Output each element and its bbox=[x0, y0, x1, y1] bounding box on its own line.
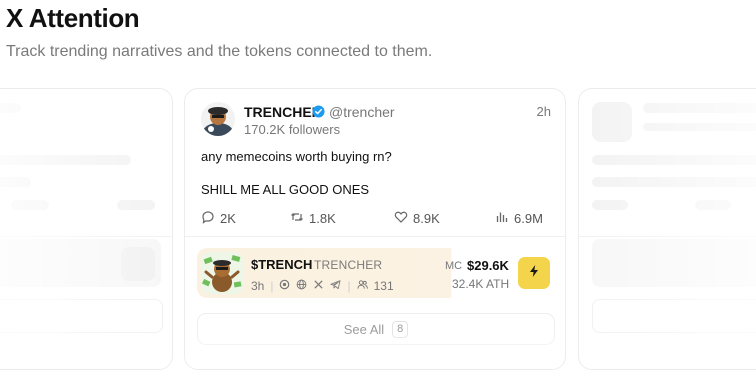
token-image bbox=[201, 252, 243, 294]
views-icon bbox=[495, 210, 509, 227]
reply-count: 2K bbox=[220, 211, 236, 226]
follower-count: 170.2K followers bbox=[244, 122, 341, 137]
like-count: 8.9K bbox=[413, 211, 440, 226]
all-time-high: 32.4K ATH bbox=[452, 277, 510, 291]
x-icon[interactable] bbox=[313, 279, 324, 293]
page-subtitle: Track trending narratives and the tokens… bbox=[6, 43, 433, 60]
page-title: X Attention bbox=[6, 3, 140, 33]
bolt-icon bbox=[527, 264, 541, 283]
verified-badge-icon bbox=[312, 105, 325, 118]
reply-icon bbox=[201, 210, 215, 227]
separator: | bbox=[347, 279, 351, 293]
token-row[interactable]: $TRENCH TRENCHER 3h | | 131 MC $29.6K 32… bbox=[197, 248, 550, 298]
see-all-button[interactable]: See All 8 bbox=[197, 313, 555, 345]
post-text-line-2: SHILL ME ALL GOOD ONES bbox=[201, 182, 370, 197]
market-cap-label: MC bbox=[445, 260, 463, 272]
repost-icon bbox=[290, 210, 304, 227]
attention-card: TRENCHER @trencher 170.2K followers 2h a… bbox=[184, 88, 566, 370]
skeleton-card-right bbox=[578, 88, 756, 370]
quick-buy-button[interactable] bbox=[518, 257, 550, 289]
like-stat[interactable]: 8.9K bbox=[394, 210, 440, 227]
author-avatar[interactable] bbox=[201, 102, 235, 136]
repost-stat[interactable]: 1.8K bbox=[290, 210, 336, 227]
holders-icon bbox=[357, 279, 368, 293]
holder-count: 131 bbox=[373, 279, 394, 293]
author-handle[interactable]: @trencher bbox=[329, 104, 395, 120]
views-count: 6.9M bbox=[514, 211, 543, 226]
token-name: TRENCHER bbox=[314, 258, 383, 272]
pump-icon[interactable] bbox=[279, 279, 290, 293]
token-meta: 3h | | 131 bbox=[251, 279, 394, 293]
post-time: 2h bbox=[536, 104, 551, 119]
token-age: 3h bbox=[251, 279, 265, 293]
views-stat[interactable]: 6.9M bbox=[495, 210, 543, 227]
separator: | bbox=[270, 279, 274, 293]
see-all-label: See All bbox=[343, 321, 385, 337]
skeleton-card-left bbox=[0, 88, 173, 370]
telegram-icon[interactable] bbox=[330, 279, 341, 293]
author-name[interactable]: TRENCHER bbox=[244, 104, 322, 120]
market-cap-value: $29.6K bbox=[467, 258, 509, 273]
like-icon bbox=[394, 210, 408, 227]
repost-count: 1.8K bbox=[309, 211, 336, 226]
token-symbol: $TRENCH bbox=[251, 257, 313, 272]
post-text-line-1: any memecoins worth buying rn? bbox=[201, 149, 392, 164]
globe-icon[interactable] bbox=[296, 279, 307, 293]
see-all-count: 8 bbox=[392, 320, 409, 338]
reply-stat[interactable]: 2K bbox=[201, 210, 236, 227]
